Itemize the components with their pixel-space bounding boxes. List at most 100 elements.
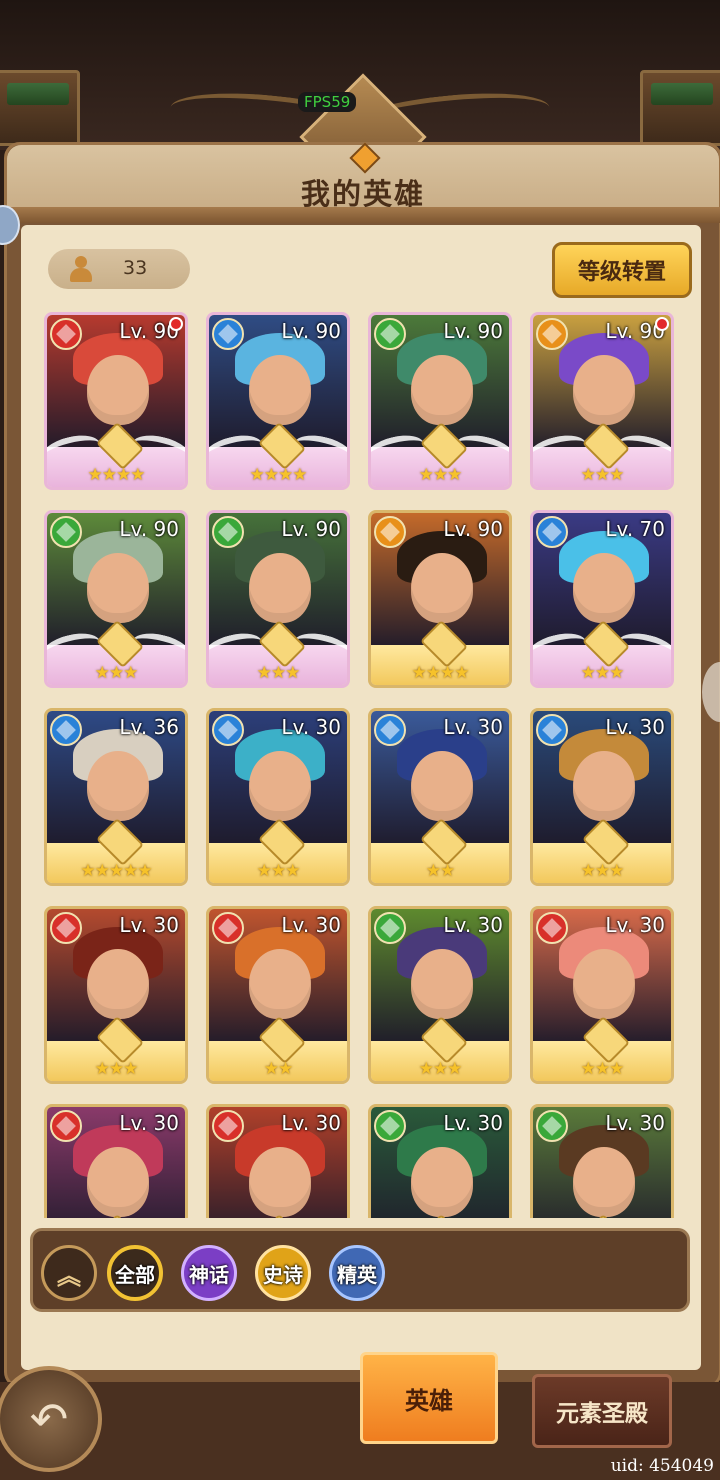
hero-face	[411, 553, 473, 623]
hero-card[interactable]: Lv. 30 ★★★	[206, 708, 350, 886]
hero-level: Lv. 30	[605, 1111, 665, 1135]
hero-card[interactable]: Lv. 30 ★★★	[44, 906, 188, 1084]
hero-card[interactable]: Lv. 30 ★★★	[530, 708, 674, 886]
hero-card[interactable]: Lv. 90 ★★★	[206, 510, 350, 688]
hero-stars: ★★★	[580, 663, 625, 683]
hero-stars: ★★★★	[87, 465, 146, 485]
hero-level: Lv. 90	[281, 517, 341, 541]
hero-level: Lv. 30	[605, 715, 665, 739]
hero-card[interactable]: Lv. 90 ★★★	[530, 312, 674, 490]
hero-count-pill: 33	[48, 249, 190, 289]
hero-face	[249, 355, 311, 425]
hero-card[interactable]: Lv. 30	[368, 1104, 512, 1218]
hero-face	[573, 949, 635, 1019]
hero-level: Lv. 90	[281, 319, 341, 343]
hero-stars: ★★★	[580, 465, 625, 485]
fps-counter: FPS59	[298, 92, 357, 112]
notification-dot	[655, 317, 669, 331]
water-element-icon	[374, 714, 406, 746]
filter-epic-label: 史诗	[263, 1262, 303, 1287]
hero-face	[573, 553, 635, 623]
hero-face	[411, 1147, 473, 1217]
earth-element-icon	[374, 516, 406, 548]
hero-card[interactable]: Lv. 30 ★★	[206, 906, 350, 1084]
hero-level: Lv. 90	[443, 517, 503, 541]
hero-card[interactable]: Lv. 30	[530, 1104, 674, 1218]
wind-element-icon	[374, 912, 406, 944]
filter-all-label: 全部	[115, 1262, 155, 1287]
hero-level: Lv. 70	[605, 517, 665, 541]
level-reset-button[interactable]: 等级转置	[552, 242, 692, 298]
hero-stars: ★★★★★	[80, 861, 152, 881]
hero-card[interactable]: Lv. 30	[44, 1104, 188, 1218]
hero-face	[87, 1147, 149, 1217]
hero-card[interactable]: Lv. 30 ★★	[368, 708, 512, 886]
wind-element-icon	[374, 318, 406, 350]
hero-card[interactable]: Lv. 90 ★★★	[44, 510, 188, 688]
hero-count: 33	[123, 257, 148, 279]
filter-epic-button[interactable]: 史诗	[255, 1245, 311, 1301]
earth-element-icon	[536, 318, 568, 350]
hero-card[interactable]: Lv. 30	[206, 1104, 350, 1218]
fire-element-icon	[50, 1110, 82, 1142]
notification-dot	[169, 317, 183, 331]
collapse-chevron-up-icon[interactable]: ︽	[41, 1245, 97, 1301]
right-pillar-decoration	[640, 70, 720, 146]
hero-grid: Lv. 90 ★★★★ Lv. 90 ★★★★ Lv. 90 ★★★ Lv. 90 ★★★ Lv…	[44, 312, 684, 1218]
hero-stars: ★★★	[580, 861, 625, 881]
hero-face	[411, 751, 473, 821]
hero-card[interactable]: Lv. 90 ★★★	[368, 312, 512, 490]
hero-card[interactable]: Lv. 36 ★★★★★	[44, 708, 188, 886]
hero-face	[249, 751, 311, 821]
person-icon	[68, 256, 94, 282]
hero-stars: ★★★★	[249, 465, 308, 485]
hero-stars: ★★★	[94, 663, 139, 683]
filter-mythic-button[interactable]: 神话	[181, 1245, 237, 1301]
back-arrow-icon[interactable]: ↶	[0, 1366, 102, 1472]
hero-face	[411, 355, 473, 425]
hero-face	[249, 949, 311, 1019]
header-trim	[3, 207, 720, 223]
hero-face	[87, 751, 149, 821]
hero-face	[573, 355, 635, 425]
hero-level: Lv. 36	[119, 715, 179, 739]
hero-card[interactable]: Lv. 90 ★★★★	[206, 312, 350, 490]
wind-element-icon	[536, 1110, 568, 1142]
left-pillar-decoration	[0, 70, 80, 146]
hero-card[interactable]: Lv. 30 ★★★	[368, 906, 512, 1084]
hero-face	[249, 553, 311, 623]
filter-all-button[interactable]: 全部	[107, 1245, 163, 1301]
hero-stars: ★★★	[256, 663, 301, 683]
hero-level: Lv. 90	[119, 517, 179, 541]
hero-stars: ★★★	[418, 1059, 463, 1079]
hero-stars: ★★★	[94, 1059, 139, 1079]
hero-stars: ★★★	[418, 465, 463, 485]
hero-stars: ★★★	[256, 861, 301, 881]
water-element-icon	[212, 318, 244, 350]
hero-card[interactable]: Lv. 90 ★★★★	[44, 312, 188, 490]
hero-level: Lv. 90	[443, 319, 503, 343]
tab-heroes[interactable]: 英雄	[360, 1352, 498, 1444]
hero-face	[87, 553, 149, 623]
hero-level: Lv. 30	[281, 715, 341, 739]
hero-card[interactable]: Lv. 30 ★★★	[530, 906, 674, 1084]
hero-face	[573, 1147, 635, 1217]
hero-level: Lv. 30	[443, 715, 503, 739]
water-element-icon	[536, 516, 568, 548]
water-element-icon	[212, 714, 244, 746]
hero-face	[87, 355, 149, 425]
hero-card[interactable]: Lv. 90 ★★★★	[368, 510, 512, 688]
hero-card[interactable]: Lv. 70 ★★★	[530, 510, 674, 688]
hero-face	[249, 1147, 311, 1217]
hero-stars: ★★★★	[411, 663, 470, 683]
fire-element-icon	[536, 912, 568, 944]
filter-elite-button[interactable]: 精英	[329, 1245, 385, 1301]
uid-label: uid: 454049	[610, 1456, 714, 1476]
fire-element-icon	[50, 912, 82, 944]
tab-element-temple[interactable]: 元素圣殿	[532, 1374, 672, 1448]
water-element-icon	[536, 714, 568, 746]
hero-stars: ★★	[425, 861, 455, 881]
hero-stars: ★★	[263, 1059, 293, 1079]
hero-level: Lv. 30	[119, 1111, 179, 1135]
hero-level: Lv. 30	[605, 913, 665, 937]
